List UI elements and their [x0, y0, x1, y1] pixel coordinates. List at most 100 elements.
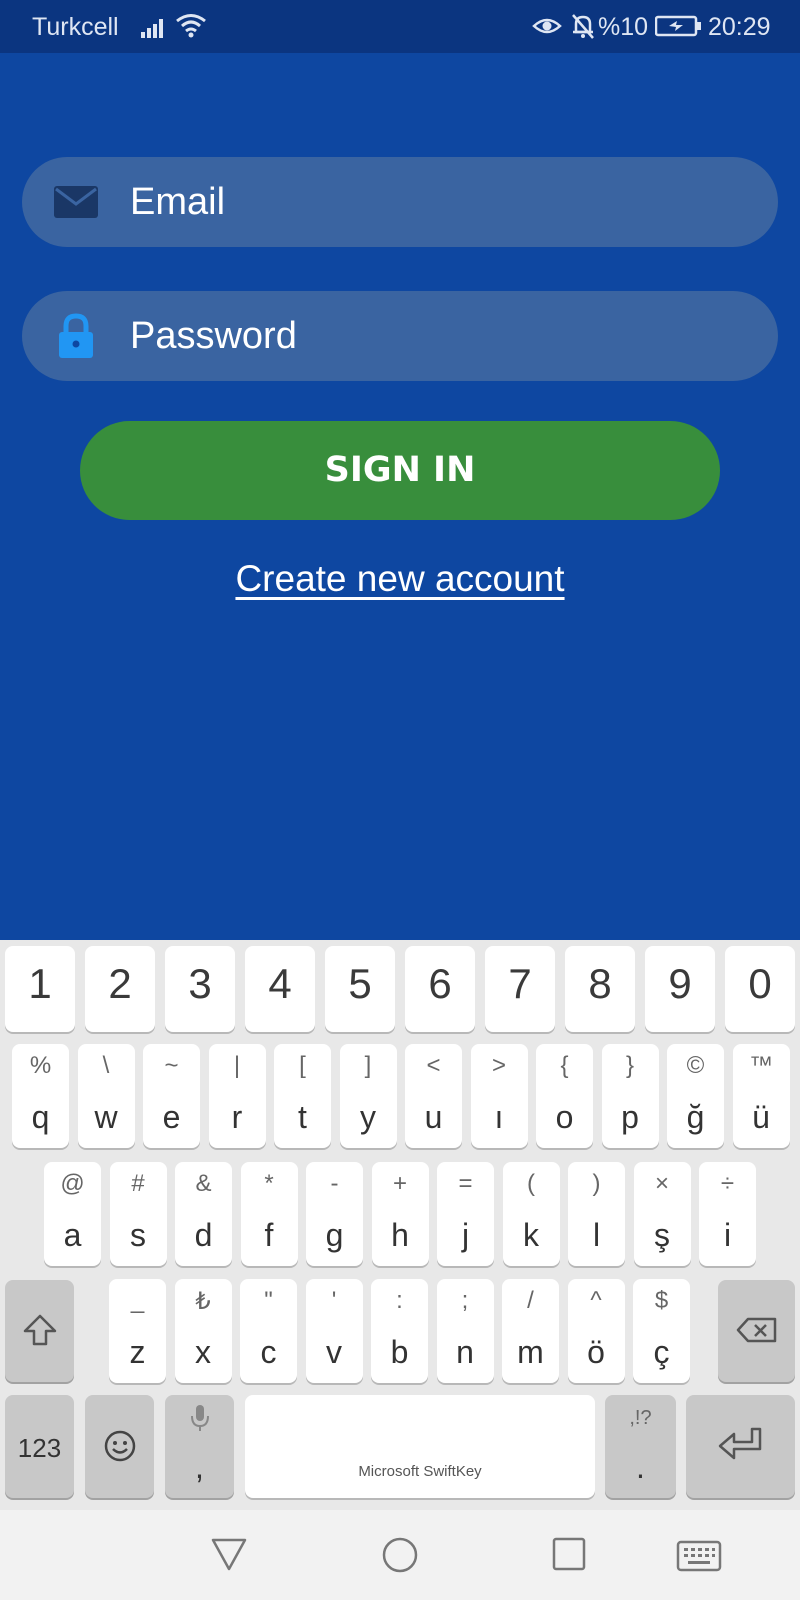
key-label: ğ — [686, 1099, 705, 1135]
create-account-link[interactable]: Create new account — [0, 558, 800, 600]
key-x[interactable]: ₺ x — [174, 1279, 232, 1383]
key-label: 6 — [428, 960, 452, 1007]
backspace-icon — [736, 1317, 777, 1343]
backspace-key[interactable] — [718, 1280, 795, 1382]
key-label: j — [461, 1217, 470, 1253]
key-p[interactable]: } p — [601, 1044, 659, 1148]
key-secondary-label: * — [264, 1170, 274, 1197]
email-placeholder: Email — [130, 181, 226, 223]
key-secondary-label: × — [654, 1170, 669, 1197]
key-secondary-label: & — [195, 1170, 212, 1197]
key-1[interactable]: 1 — [5, 946, 75, 1032]
password-placeholder: Password — [130, 315, 297, 357]
bell-muted-icon — [572, 14, 594, 39]
key-m[interactable]: / m — [502, 1279, 559, 1383]
signal-icon — [141, 19, 163, 38]
key-secondary-label: } — [625, 1052, 634, 1079]
key-c[interactable]: " c — [240, 1279, 297, 1383]
keyboard-switch-icon[interactable] — [676, 1540, 722, 1572]
period-secondary-label: ,!? — [629, 1407, 652, 1429]
key-ı[interactable]: > ı — [470, 1044, 528, 1148]
password-field[interactable]: Password — [22, 291, 778, 381]
shift-arrow-icon — [23, 1314, 57, 1346]
key-3[interactable]: 3 — [165, 946, 235, 1032]
key-label: 3 — [188, 960, 212, 1007]
enter-key[interactable] — [686, 1395, 795, 1498]
key-h[interactable]: + h — [371, 1162, 429, 1266]
status-bar: Turkcell %10 20:29 — [0, 0, 800, 53]
key-secondary-label: # — [131, 1170, 145, 1197]
key-4[interactable]: 4 — [245, 946, 315, 1032]
key-0[interactable]: 0 — [725, 946, 795, 1032]
keyboard: 123 , Microsoft SwiftKey ,!? . 123456789… — [0, 940, 800, 1510]
key-u[interactable]: < u — [405, 1044, 462, 1148]
key-6[interactable]: 6 — [405, 946, 475, 1032]
battery-percent: %10 — [598, 13, 649, 41]
key-g[interactable]: -g — [306, 1162, 363, 1266]
key-a[interactable]: @ a — [44, 1162, 101, 1266]
numbers-key[interactable]: 123 — [5, 1395, 74, 1498]
back-icon[interactable] — [210, 1536, 248, 1572]
key-ğ[interactable]: © ğ — [667, 1044, 724, 1148]
key-j[interactable]: = j — [437, 1162, 494, 1266]
key-ç[interactable]: $ ç — [633, 1279, 690, 1383]
key-5[interactable]: 5 — [325, 946, 395, 1032]
key-label: 8 — [588, 960, 612, 1007]
key-7[interactable]: 7 — [485, 946, 555, 1032]
key-secondary-label: : — [396, 1287, 403, 1314]
key-label: c — [260, 1334, 277, 1370]
key-z[interactable]: _ z — [109, 1279, 166, 1383]
key-o[interactable]: {o — [536, 1044, 593, 1148]
key-q[interactable]: % q — [12, 1044, 69, 1148]
key-secondary-label: % — [29, 1052, 52, 1079]
key-v[interactable]: ' v — [305, 1279, 363, 1383]
key-y[interactable]: ] y — [339, 1044, 397, 1148]
emoji-key[interactable] — [85, 1395, 154, 1498]
key-ş[interactable]: × ş — [633, 1162, 691, 1266]
key-b[interactable]: :b — [371, 1279, 428, 1383]
key-secondary-label: " — [264, 1287, 273, 1314]
key-d[interactable]: & d — [175, 1162, 232, 1266]
key-n[interactable]: ; n — [436, 1279, 494, 1383]
key-secondary-label: ÷ — [720, 1170, 735, 1197]
key-ö[interactable]: ^ ö — [567, 1279, 625, 1383]
home-icon[interactable] — [381, 1536, 419, 1574]
comma-key[interactable]: , — [165, 1395, 234, 1498]
key-9[interactable]: 9 — [645, 946, 715, 1032]
key-label: p — [621, 1099, 639, 1135]
key-t[interactable]: [t — [274, 1044, 331, 1148]
recents-icon[interactable] — [552, 1537, 586, 1571]
key-e[interactable]: ~ e — [143, 1044, 200, 1148]
key-r[interactable]: | r — [208, 1044, 266, 1148]
space-key[interactable]: Microsoft SwiftKey — [245, 1395, 595, 1498]
space-brand-label: Microsoft SwiftKey — [358, 1463, 482, 1480]
key-k[interactable]: (k — [502, 1162, 560, 1266]
key-secondary-label: \ — [102, 1052, 110, 1079]
key-ü[interactable]: ™ ü — [732, 1044, 790, 1148]
key-s[interactable]: # s — [109, 1162, 167, 1266]
key-label: e — [162, 1099, 181, 1135]
key-secondary-label: ~ — [164, 1052, 179, 1079]
key-secondary-label: { — [560, 1052, 569, 1079]
key-8[interactable]: 8 — [565, 946, 635, 1032]
key-w[interactable]: \ w — [77, 1044, 135, 1148]
key-label: l — [592, 1217, 601, 1253]
email-field[interactable]: Email — [22, 157, 778, 247]
key-label: m — [517, 1334, 544, 1370]
key-label: i — [723, 1217, 732, 1253]
battery-charging-icon — [655, 15, 701, 37]
period-key[interactable]: ,!? . — [605, 1395, 676, 1498]
key-l[interactable]: ) l — [568, 1162, 625, 1266]
mail-icon — [54, 186, 98, 218]
key-label: n — [456, 1334, 474, 1370]
key-label: 7 — [508, 960, 532, 1007]
key-i[interactable]: ÷ i — [699, 1162, 756, 1266]
key-label: q — [31, 1099, 50, 1135]
key-label: ı — [494, 1099, 504, 1135]
key-2[interactable]: 2 — [85, 946, 155, 1032]
shift-key[interactable] — [5, 1280, 74, 1382]
key-f[interactable]: * f — [240, 1162, 298, 1266]
key-secondary-label: = — [458, 1170, 473, 1197]
sign-in-button[interactable]: SIGN IN — [80, 421, 720, 520]
key-secondary-label: [ — [299, 1052, 306, 1079]
